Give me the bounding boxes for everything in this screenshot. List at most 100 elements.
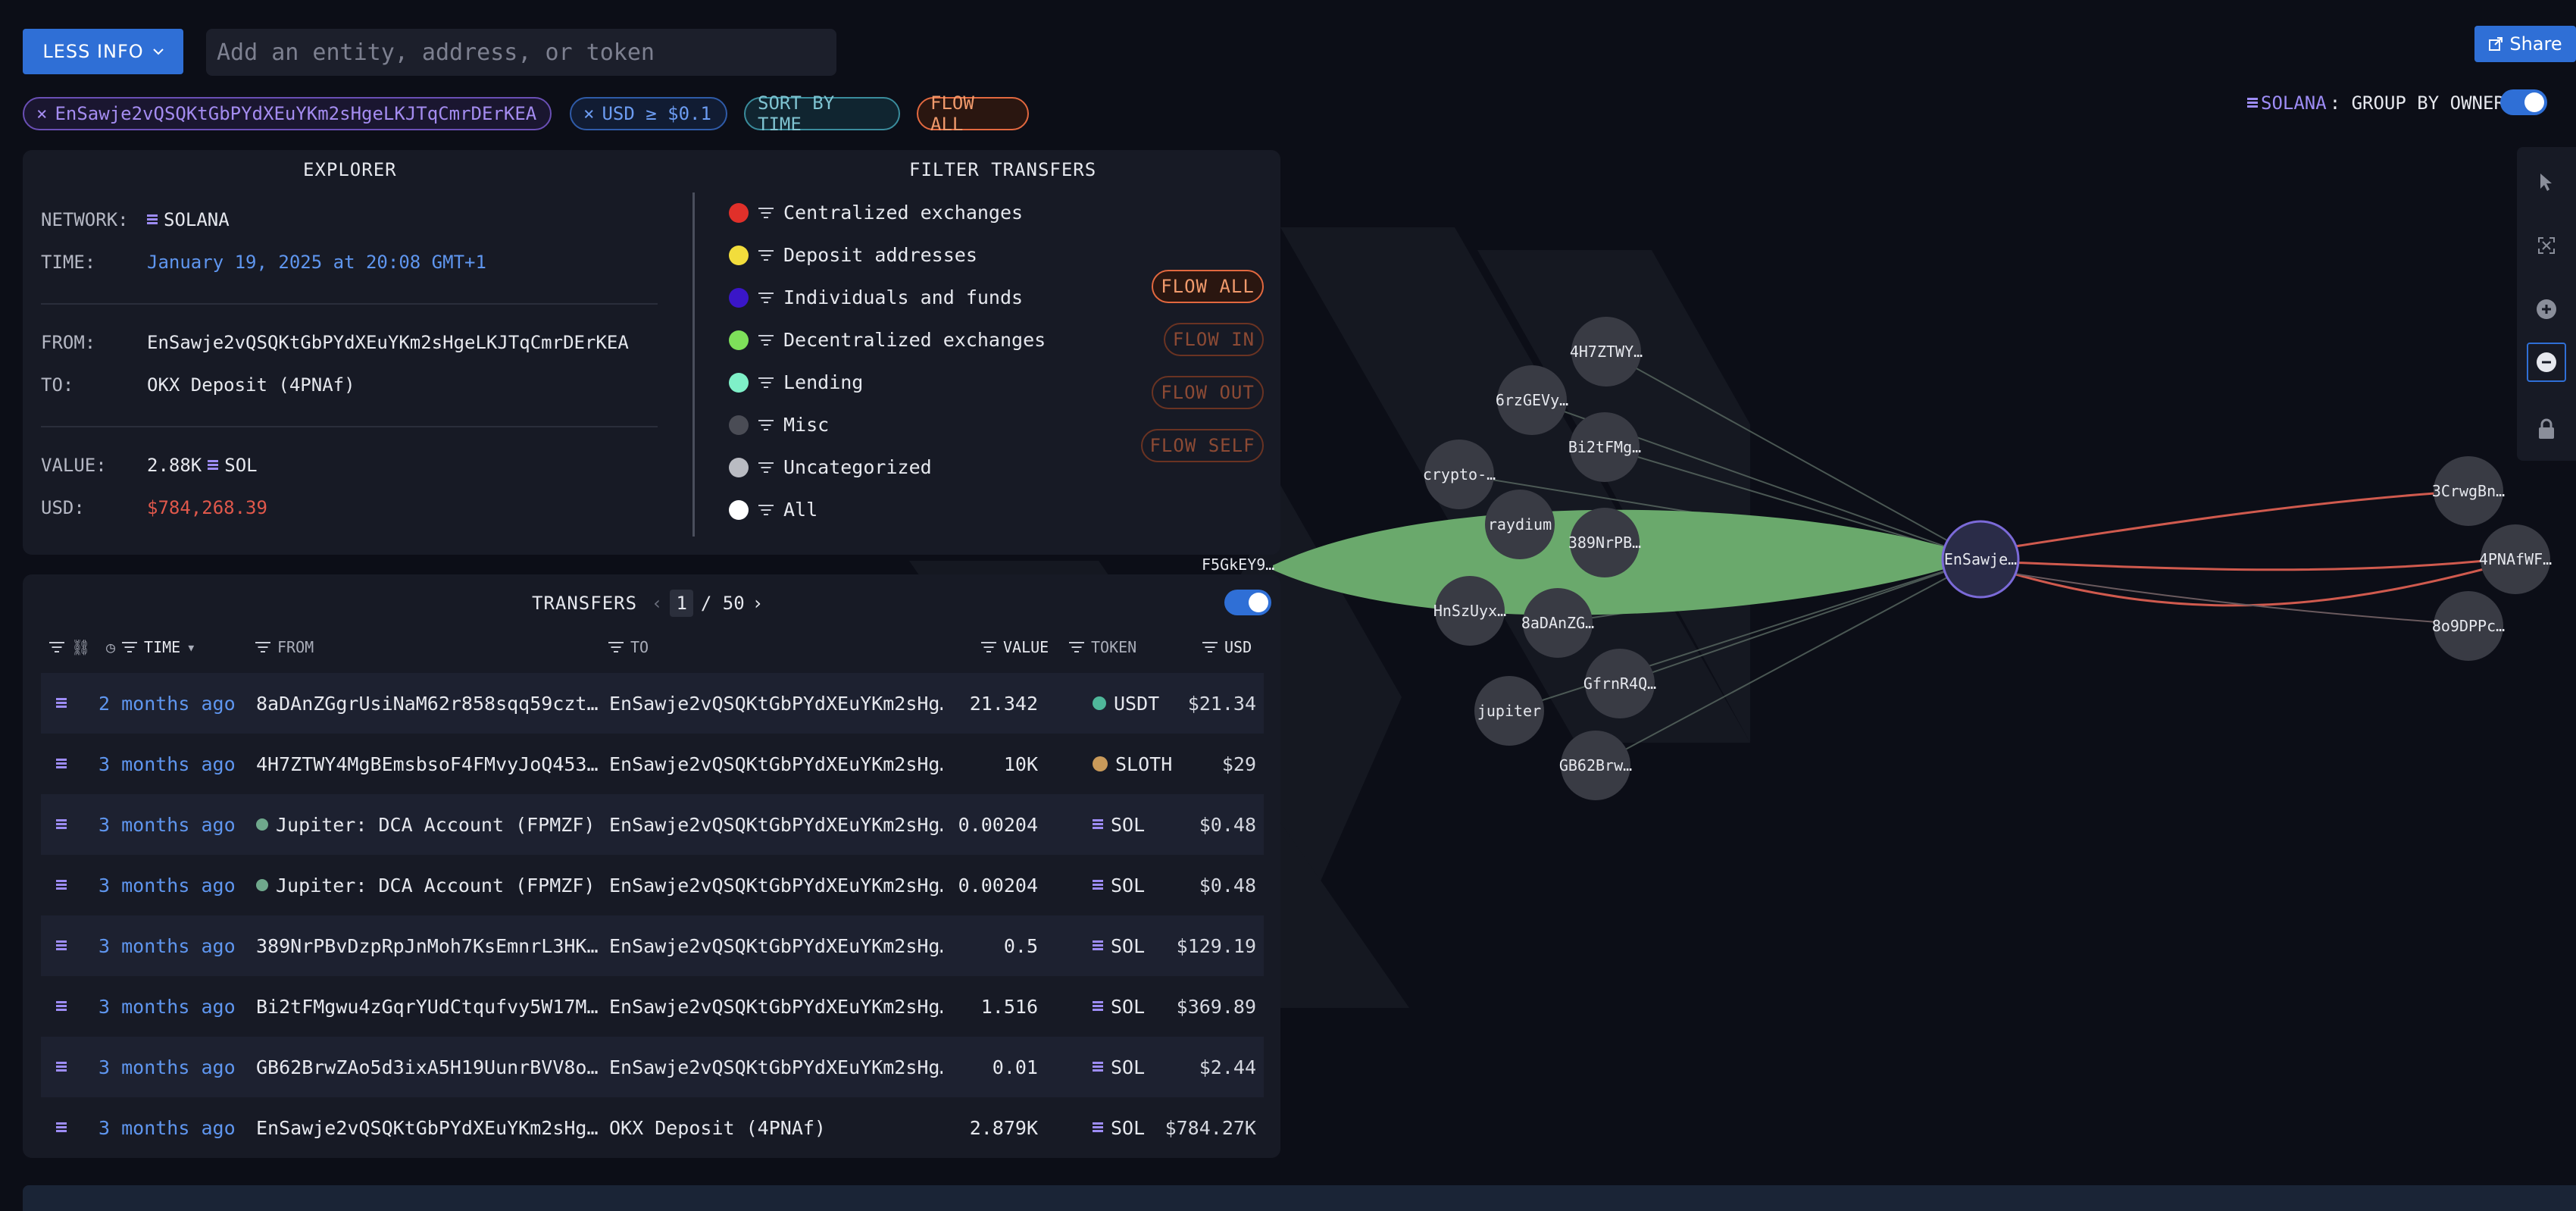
close-icon[interactable]: × [36, 103, 47, 124]
row-to[interactable]: EnSawje2vQSQKtGbPYdXEuYKm2sHg… [609, 976, 943, 1037]
table-row[interactable]: 2 months ago 8aDAnZGgrUsiNaM62r858sqq59cz… [41, 673, 1264, 734]
row-to[interactable]: EnSawje2vQSQKtGbPYdXEuYKm2sHg… [609, 673, 943, 734]
group-by-owner-toggle[interactable] [2500, 89, 2547, 115]
flow-chip[interactable]: FLOW ALL [917, 92, 1029, 135]
value-column-header[interactable]: VALUE [980, 638, 1049, 656]
zoom-in-icon[interactable] [2527, 289, 2566, 329]
to-value[interactable]: OKX Deposit (4PNAf) [147, 374, 355, 396]
filter-item[interactable]: Individuals and funds [729, 286, 1023, 308]
filter-icon[interactable] [608, 640, 624, 654]
fit-screen-icon[interactable] [2527, 226, 2566, 265]
transfers-toggle[interactable] [1224, 590, 1271, 615]
row-from[interactable]: 8aDAnZGgrUsiNaM62r858sqq59czt… [256, 673, 603, 734]
filter-icon[interactable] [1202, 640, 1218, 654]
row-from[interactable]: Jupiter: DCA Account (FPMZF) [256, 794, 603, 855]
filter-icon[interactable] [48, 640, 65, 654]
sort-down-icon[interactable]: ▾ [186, 638, 195, 656]
zoom-out-icon[interactable] [2527, 343, 2566, 382]
graph-node[interactable]: EnSawje… [1941, 520, 2020, 599]
row-time[interactable]: 3 months ago [98, 1037, 250, 1097]
row-to[interactable]: OKX Deposit (4PNAf) [609, 1097, 943, 1158]
table-row[interactable]: 3 months ago Jupiter: DCA Account (FPMZF)… [41, 794, 1264, 855]
graph-node[interactable]: 8o9DPPc… [2432, 591, 2505, 661]
row-to[interactable]: EnSawje2vQSQKtGbPYdXEuYKm2sHg… [609, 734, 943, 794]
filter-icon[interactable] [758, 206, 774, 220]
row-from[interactable]: 389NrPBvDzpRpJnMoh7KsEmnrL3HK… [256, 915, 603, 976]
source-node-label[interactable]: F5GkEY9… [1202, 555, 1274, 574]
from-column-header[interactable]: FROM [255, 638, 314, 656]
category-dot-icon [729, 202, 749, 223]
row-time[interactable]: 3 months ago [98, 855, 250, 915]
less-info-button[interactable]: LESS INFO [23, 29, 183, 74]
filter-item[interactable]: Lending [729, 371, 863, 393]
filter-item[interactable]: Deposit addresses [729, 244, 977, 266]
time-column-header[interactable]: ◷ TIME ▾ [106, 638, 195, 656]
filter-icon[interactable] [758, 503, 774, 517]
row-to[interactable]: EnSawje2vQSQKtGbPYdXEuYKm2sHg… [609, 855, 943, 915]
graph-node-label: jupiter [1477, 702, 1541, 720]
row-to[interactable]: EnSawje2vQSQKtGbPYdXEuYKm2sHg… [609, 1037, 943, 1097]
filter-item[interactable]: Centralized exchanges [729, 202, 1023, 224]
row-time[interactable]: 3 months ago [98, 794, 250, 855]
time-value[interactable]: January 19, 2025 at 20:08 GMT+1 [147, 252, 486, 273]
row-to[interactable]: EnSawje2vQSQKtGbPYdXEuYKm2sHg… [609, 915, 943, 976]
usd-column-header[interactable]: USD [1202, 638, 1252, 656]
filter-icon[interactable] [758, 333, 774, 347]
token-column-header[interactable]: TOKEN [1068, 638, 1136, 656]
flow-in-button[interactable]: FLOW IN [1164, 323, 1264, 356]
row-from[interactable]: Jupiter: DCA Account (FPMZF) [256, 855, 603, 915]
graph-node[interactable]: 4PNAfWF… [2479, 524, 2552, 594]
row-from[interactable]: EnSawje2vQSQKtGbPYdXEuYKm2sHg… [256, 1097, 603, 1158]
filter-icon[interactable] [758, 418, 774, 432]
filter-icon[interactable] [758, 376, 774, 390]
row-time[interactable]: 3 months ago [98, 976, 250, 1037]
filter-icon[interactable] [1068, 640, 1085, 654]
table-row[interactable]: 3 months ago GB62BrwZAo5d3ixA5H19UunrBVV8… [41, 1037, 1264, 1097]
row-time[interactable]: 2 months ago [98, 673, 250, 734]
share-button[interactable]: Share [2474, 26, 2576, 62]
flow-all-button[interactable]: FLOW ALL [1152, 270, 1264, 303]
chevron-left-icon[interactable]: ‹ [652, 593, 662, 614]
row-from[interactable]: GB62BrwZAo5d3ixA5H19UunrBVV8o… [256, 1037, 603, 1097]
filter-item[interactable]: Decentralized exchanges [729, 329, 1046, 351]
cursor-icon[interactable] [2527, 162, 2566, 202]
usd-filter-chip[interactable]: × USD ≥ $0.1 [570, 97, 727, 130]
table-row[interactable]: 3 months ago 389NrPBvDzpRpJnMoh7KsEmnrL3H… [41, 915, 1264, 976]
address-filter-chip[interactable]: × EnSawje2vQSQKtGbPYdXEuYKm2sHgeLKJTqCmr… [23, 97, 552, 130]
graph-node[interactable]: jupiter [1474, 676, 1544, 746]
filter-icon[interactable] [758, 249, 774, 262]
filter-icon[interactable] [255, 640, 271, 654]
filter-icon[interactable] [121, 640, 138, 654]
close-icon[interactable]: × [583, 103, 594, 124]
graph-node[interactable]: 3CrwgBn… [2432, 456, 2505, 526]
row-time[interactable]: 3 months ago [98, 915, 250, 976]
lock-icon[interactable] [2527, 409, 2566, 449]
row-to[interactable]: EnSawje2vQSQKtGbPYdXEuYKm2sHg… [609, 794, 943, 855]
flow-self-button[interactable]: FLOW SELF [1141, 429, 1264, 462]
sort-chip[interactable]: SORT BY TIME [744, 92, 900, 135]
row-time[interactable]: 3 months ago [98, 734, 250, 794]
filter-icon[interactable] [980, 640, 997, 654]
graph-node-label: HnSzUyx… [1433, 602, 1506, 620]
table-row[interactable]: 3 months ago 4H7ZTWY4MgBEmsbsoF4FMvyJoQ45… [41, 734, 1264, 794]
search-input[interactable]: Add an entity, address, or token [206, 29, 836, 76]
filter-item[interactable]: Misc [729, 414, 829, 436]
to-column-header[interactable]: TO [608, 638, 649, 656]
column-icons-header[interactable]: ⛓ [48, 638, 90, 656]
page-current[interactable]: 1 [670, 590, 693, 617]
row-time[interactable]: 3 months ago [98, 1097, 250, 1158]
row-from[interactable]: Bi2tFMgwu4zGqrYUdCtqufvy5W17M… [256, 976, 603, 1037]
table-row[interactable]: 3 months ago EnSawje2vQSQKtGbPYdXEuYKm2sH… [41, 1097, 1264, 1158]
filter-icon[interactable] [758, 291, 774, 305]
flow-out-button[interactable]: FLOW OUT [1152, 376, 1264, 409]
filter-item[interactable]: All [729, 499, 818, 521]
table-row[interactable]: 3 months ago Bi2tFMgwu4zGqrYUdCtqufvy5W17… [41, 976, 1264, 1037]
chevron-right-icon[interactable]: › [752, 593, 763, 614]
link-icon[interactable]: ⛓ [71, 638, 90, 656]
table-row[interactable]: 3 months ago Jupiter: DCA Account (FPMZF)… [41, 855, 1264, 915]
row-from[interactable]: 4H7ZTWY4MgBEmsbsoF4FMvyJoQ453… [256, 734, 603, 794]
filter-icon[interactable] [758, 461, 774, 474]
filter-item[interactable]: Uncategorized [729, 456, 932, 478]
from-value[interactable]: EnSawje2vQSQKtGbPYdXEuYKm2sHgeLKJTqCmrDE… [147, 332, 629, 353]
graph-node[interactable]: raydium [1485, 490, 1555, 559]
